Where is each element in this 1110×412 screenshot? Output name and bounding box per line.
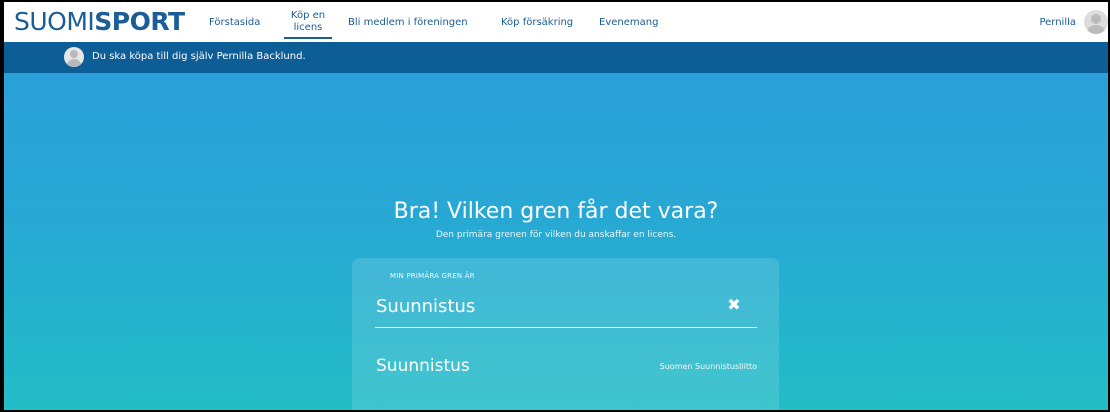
person-avatar-icon	[64, 47, 84, 67]
nav-item-forstasida[interactable]: Förstasida	[209, 2, 260, 42]
purchase-info-text: Du ska köpa till dig själv Pernilla Back…	[92, 51, 306, 62]
app-window: SUOMISPORT Förstasida Köp en licens Bli …	[0, 0, 1110, 412]
user-avatar-icon	[1084, 10, 1108, 34]
page-subtitle: Den primära grenen för vilken du anskaff…	[435, 230, 677, 240]
nav-item-label-line2: licens	[293, 22, 323, 33]
input-underline	[375, 327, 757, 328]
active-tab-underline	[284, 37, 332, 39]
user-name: Pernilla	[1039, 16, 1076, 28]
logo-text-sport: SPORT	[94, 7, 185, 36]
user-menu[interactable]: Pernilla	[1039, 2, 1108, 42]
sport-select-card: MIN PRIMÄRA GREN ÄR ✖ Suunnistus Suomen …	[352, 258, 779, 410]
close-icon[interactable]: ✖	[724, 295, 744, 315]
nav-item-evenemang[interactable]: Evenemang	[599, 2, 658, 42]
nav-item-label: Förstasida	[209, 16, 261, 28]
hero-section: Bra! Vilken gren får det vara? Den primä…	[4, 73, 1108, 410]
primary-sport-label: MIN PRIMÄRA GREN ÄR	[390, 272, 475, 280]
nav-item-label: Evenemang	[599, 16, 659, 28]
top-navigation: SUOMISPORT Förstasida Köp en licens Bli …	[4, 2, 1108, 42]
suomisport-logo[interactable]: SUOMISPORT	[14, 9, 185, 34]
primary-sport-input[interactable]	[376, 290, 686, 322]
result-federation-name: Suomen Suunnistusliitto	[659, 362, 757, 371]
result-sport-name: Suunnistus	[376, 356, 470, 376]
nav-item-label: Bli medlem i föreningen	[348, 16, 468, 28]
search-result-item[interactable]: Suunnistus Suomen Suunnistusliitto	[352, 348, 779, 386]
nav-item-bli-medlem[interactable]: Bli medlem i föreningen	[348, 2, 468, 42]
nav-item-label: Köp försäkring	[501, 16, 574, 28]
nav-item-kop-forsakring[interactable]: Köp försäkring	[501, 2, 573, 42]
logo-text-suomi: SUOMI	[14, 7, 95, 36]
page-title: Bra! Vilken gren får det vara?	[393, 199, 719, 224]
nav-item-kop-licens[interactable]: Köp en licens	[284, 2, 332, 42]
purchase-info-bar: Du ska köpa till dig själv Pernilla Back…	[4, 42, 1108, 73]
nav-item-label-line1: Köp en	[290, 10, 326, 21]
